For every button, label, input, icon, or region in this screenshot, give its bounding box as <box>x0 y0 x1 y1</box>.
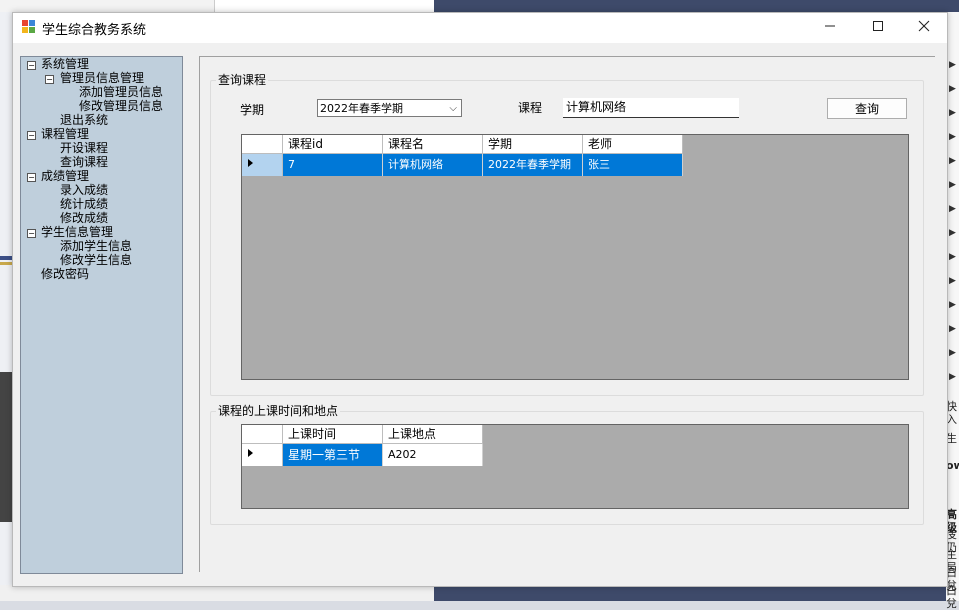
schedule-group-title: 课程的上课时间和地点 <box>216 402 341 419</box>
column-header-semester[interactable]: 学期 <box>483 135 583 154</box>
current-row-icon <box>248 449 253 457</box>
row-header-selected[interactable] <box>242 154 283 176</box>
background-arrow-icon: ▶ <box>949 252 956 262</box>
content-border <box>199 56 200 572</box>
background-arrow-icon: ▶ <box>949 228 956 238</box>
background-text: 白兌 <box>946 584 957 610</box>
tree-node-edit-student[interactable]: 修改学生信息 <box>60 253 132 267</box>
maximize-icon <box>873 21 883 31</box>
background-arrow-icon: ▶ <box>949 108 956 118</box>
tree-node-course-management[interactable]: 课程管理 <box>41 127 89 141</box>
minimize-icon <box>825 25 835 27</box>
table-cell[interactable]: 张三 <box>583 154 683 176</box>
background-arrow-icon: ▶ <box>949 324 956 334</box>
background-arrow-icon: ▶ <box>949 156 956 166</box>
tree-node-add-admin[interactable]: 添加管理员信息 <box>79 85 163 99</box>
table-cell[interactable]: A202 <box>383 444 483 466</box>
tree-node-edit-admin[interactable]: 修改管理员信息 <box>79 99 163 113</box>
background-left-dark-panel <box>0 372 12 522</box>
tree-node-query-course[interactable]: 查询课程 <box>60 155 108 169</box>
collapse-icon[interactable]: − <box>27 61 36 70</box>
column-header-course-name[interactable]: 课程名 <box>383 135 483 154</box>
table-cell[interactable]: 2022年春季学期 <box>483 154 583 176</box>
background-arrow-icon: ▶ <box>949 132 956 142</box>
current-row-icon <box>248 159 253 167</box>
window-title: 学生综合教务系统 <box>42 23 147 38</box>
row-header[interactable] <box>242 444 283 466</box>
background-bottom-dark-panel <box>434 585 959 601</box>
chevron-down-icon: ⌵ <box>449 103 457 114</box>
background-dark-panel <box>434 0 959 12</box>
grid-corner-header <box>242 135 283 154</box>
column-header-teacher[interactable]: 老师 <box>583 135 683 154</box>
close-icon <box>918 20 930 32</box>
background-arrow-icon: ▶ <box>949 372 956 382</box>
minimize-button[interactable] <box>807 13 853 43</box>
semester-select-value: 2022年春季学期 <box>320 102 403 115</box>
title-bar[interactable]: 学生综合教务系统 <box>13 13 947 43</box>
tree-node-edit-grades[interactable]: 修改成绩 <box>60 211 108 225</box>
close-button[interactable] <box>901 13 947 43</box>
column-header-class-location[interactable]: 上课地点 <box>383 425 483 444</box>
table-cell[interactable]: 7 <box>283 154 383 176</box>
background-arrow-icon: ▶ <box>949 276 956 286</box>
semester-select[interactable]: 2022年春季学期 ⌵ <box>317 99 462 117</box>
tree-node-enter-grades[interactable]: 录入成绩 <box>60 183 108 197</box>
navigation-tree[interactable]: − 系统管理 − 管理员信息管理 添加管理员信息 修改管理员信息 退出系统 − … <box>20 56 183 574</box>
tree-node-grade-management[interactable]: 成绩管理 <box>41 169 89 183</box>
background-arrow-icon: ▶ <box>949 204 956 214</box>
grid-corner-header <box>242 425 283 444</box>
collapse-icon[interactable]: − <box>27 173 36 182</box>
tree-node-add-student[interactable]: 添加学生信息 <box>60 239 132 253</box>
course-grid[interactable]: 课程id 课程名 学期 老师 7 计算机网络 2022年春季学期 张三 <box>241 134 909 380</box>
course-input[interactable]: 计算机网络 <box>563 98 739 118</box>
tree-node-admin-info[interactable]: 管理员信息管理 <box>60 71 144 85</box>
semester-label: 学期 <box>240 103 265 117</box>
background-arrow-icon: ▶ <box>949 348 956 358</box>
main-window: 学生综合教务系统 − 系统管理 − 管理员信息管理 添加管理员信息 修改管理员信… <box>12 12 948 587</box>
search-button[interactable]: 查询 <box>827 98 907 119</box>
column-header-class-time[interactable]: 上课时间 <box>283 425 383 444</box>
background-arrow-icon: ▶ <box>949 300 956 310</box>
tree-node-student-info[interactable]: 学生信息管理 <box>41 225 113 239</box>
maximize-button[interactable] <box>855 13 901 43</box>
content-border <box>199 56 935 57</box>
background-arrow-icon: ▶ <box>949 180 956 190</box>
tree-node-change-password[interactable]: 修改密码 <box>41 267 89 281</box>
schedule-grid[interactable]: 上课时间 上课地点 星期一第三节 A202 <box>241 424 909 509</box>
collapse-icon[interactable]: − <box>27 229 36 238</box>
table-cell[interactable]: 计算机网络 <box>383 154 483 176</box>
background-arrow-icon: ▶ <box>949 60 956 70</box>
background-left-accent <box>0 256 12 260</box>
collapse-icon[interactable]: − <box>45 75 54 84</box>
background-window-edge <box>214 0 436 12</box>
course-label: 课程 <box>518 101 543 115</box>
tree-node-system-management[interactable]: 系统管理 <box>41 57 89 71</box>
table-cell[interactable]: 星期一第三节 <box>283 444 383 466</box>
tree-node-exit[interactable]: 退出系统 <box>60 113 108 127</box>
background-left-accent-gold <box>0 262 12 265</box>
collapse-icon[interactable]: − <box>27 131 36 140</box>
column-header-course-id[interactable]: 课程id <box>283 135 383 154</box>
query-group-title: 查询课程 <box>216 71 269 88</box>
background-arrow-icon: ▶ <box>949 84 956 94</box>
app-icon <box>22 20 36 34</box>
tree-node-open-course[interactable]: 开设课程 <box>60 141 108 155</box>
tree-node-grade-stats[interactable]: 统计成绩 <box>60 197 108 211</box>
